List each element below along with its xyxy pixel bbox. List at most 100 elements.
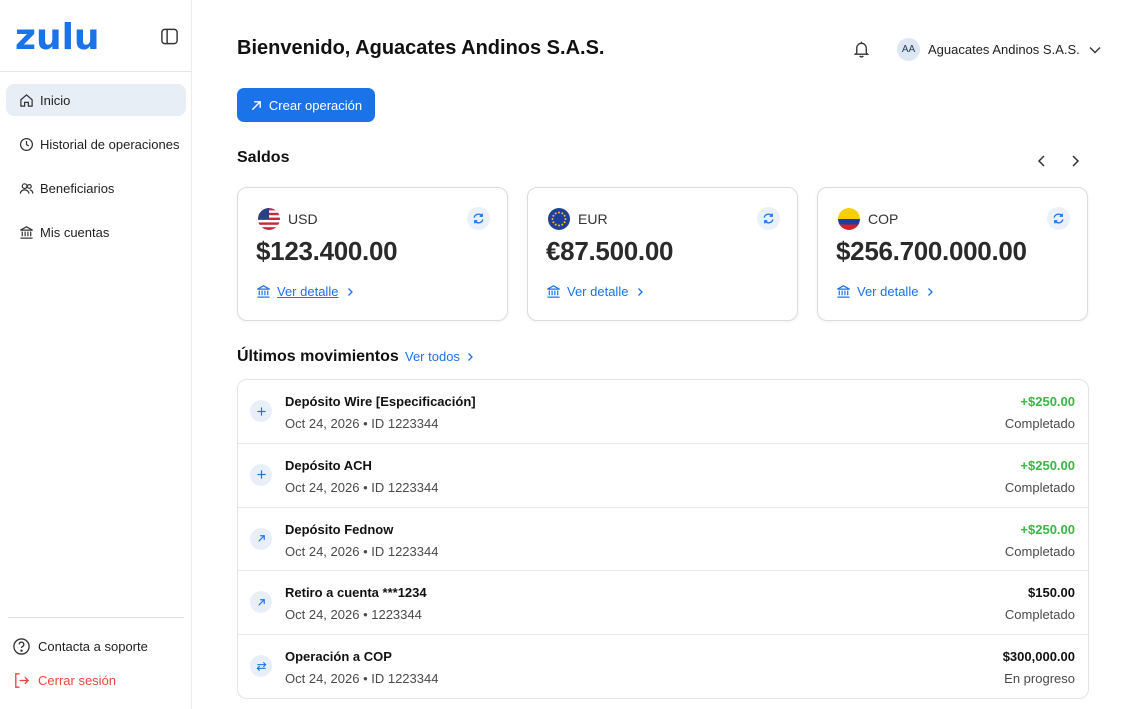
exchange-icon: [256, 661, 266, 671]
movement-title: Depósito Wire [Especificación]: [285, 394, 476, 409]
movement-icon: [250, 655, 272, 678]
movement-amount: +$250.00: [1020, 457, 1075, 473]
chevron-right-icon[interactable]: [1066, 152, 1084, 170]
refresh-icon: [1053, 213, 1064, 224]
view-detail-label: Ver detalle: [857, 284, 919, 299]
divider: [0, 71, 191, 72]
movement-id: ID 1223344: [371, 671, 439, 687]
logout-icon: [15, 673, 30, 688]
view-detail-link[interactable]: Ver detalle: [546, 284, 645, 299]
users-icon: [19, 182, 34, 194]
list-item[interactable]: Operación a COP Oct 24, 2026 • ID 122334…: [238, 635, 1088, 698]
sidebar-nav: Inicio Historial de operaciones Benefici…: [6, 84, 186, 260]
view-detail-link[interactable]: Ver detalle: [256, 284, 355, 299]
movement-title: Depósito Fednow: [285, 521, 394, 537]
refresh-button[interactable]: [467, 207, 490, 230]
logout-label: Cerrar sesión: [38, 673, 117, 688]
movement-status: En progreso: [1004, 671, 1075, 687]
bell-icon[interactable]: [852, 39, 871, 59]
sidebar-toggle-icon[interactable]: [160, 27, 179, 46]
movement-status: Completado: [1004, 543, 1075, 559]
movements-list: Depósito Wire [Especificación] Oct 24, 2…: [237, 379, 1089, 699]
sidebar: zulu Inicio Historial de operaciones Ben…: [0, 0, 192, 709]
sidebar-item-beneficiarios[interactable]: Beneficiarios: [6, 172, 186, 204]
balance-amount: $123.400.00: [256, 236, 398, 267]
movement-id: ID 1223344: [371, 479, 439, 495]
movement-date: Oct 24, 2026: [285, 607, 360, 623]
balance-card-cop: COP $256.700.000.00 Ver detalle: [817, 187, 1088, 321]
sidebar-item-label: Mis cuentas: [40, 224, 110, 240]
currency-code: EUR: [578, 211, 608, 227]
movement-amount: +$250.00: [1020, 521, 1075, 537]
see-all-label: Ver todos: [405, 349, 460, 364]
sidebar-item-label: Inicio: [40, 92, 71, 108]
movement-title: Operación a COP: [285, 649, 392, 665]
movement-meta: Oct 24, 2026 • ID 1223344: [285, 479, 439, 495]
view-detail-label: Ver detalle: [277, 284, 339, 299]
movement-meta: Oct 24, 2026 • 1223344: [285, 607, 422, 623]
list-item[interactable]: Depósito Wire [Especificación] Oct 24, 2…: [238, 380, 1088, 444]
movement-meta: Oct 24, 2026 • ID 1223344: [285, 671, 439, 687]
movement-id: ID 1223344: [371, 543, 439, 559]
plus-icon: [256, 406, 266, 416]
refresh-button[interactable]: [757, 207, 780, 230]
movement-amount: $150.00: [1028, 585, 1075, 601]
avatar: AA: [897, 38, 920, 61]
contact-support-link[interactable]: Contacta a soporte: [12, 637, 148, 656]
sidebar-item-inicio[interactable]: Inicio: [6, 84, 186, 116]
co-flag-icon: [838, 208, 860, 230]
movement-date: Oct 24, 2026: [285, 671, 360, 687]
refresh-icon: [473, 213, 484, 224]
sidebar-item-label: Historial de operaciones: [40, 136, 180, 152]
movement-id: 1223344: [371, 607, 422, 623]
user-menu[interactable]: AA Aguacates Andinos S.A.S.: [897, 38, 1102, 61]
movement-icon: [250, 400, 272, 422]
eu-flag-icon: [548, 208, 570, 230]
view-detail-label: Ver detalle: [567, 284, 629, 299]
movement-title: Retiro a cuenta ***1234: [285, 585, 427, 601]
movement-amount: $300,000.00: [1002, 649, 1075, 665]
movement-icon: [250, 527, 272, 550]
movement-amount: +$250.00: [1020, 394, 1075, 409]
movement-status: Completado: [1004, 607, 1075, 623]
movement-date: Oct 24, 2026: [285, 479, 360, 495]
refresh-icon: [763, 213, 774, 224]
logout-link[interactable]: Cerrar sesión: [12, 671, 116, 690]
list-item[interactable]: Depósito ACH Oct 24, 2026 • ID 1223344 +…: [238, 444, 1088, 508]
movement-date: Oct 24, 2026: [285, 416, 360, 431]
view-detail-link[interactable]: Ver detalle: [836, 284, 935, 299]
currency-symbol: €: [546, 236, 561, 266]
divider: [8, 617, 184, 618]
balance-amount: $256.700.000.00: [836, 236, 1027, 267]
home-icon: [20, 93, 33, 107]
currency-code: USD: [288, 211, 318, 227]
bank-icon: [257, 285, 270, 298]
movement-status: Completado: [1004, 479, 1075, 495]
bank-icon: [20, 225, 33, 239]
bank-icon: [837, 285, 850, 298]
zulu-logo[interactable]: zulu: [15, 18, 100, 58]
sidebar-item-historial[interactable]: Historial de operaciones: [6, 128, 186, 160]
page-title: Bienvenido, Aguacates Andinos S.A.S.: [237, 37, 605, 59]
amount-value: 87.500.00: [560, 236, 674, 266]
see-all-link[interactable]: Ver todos: [405, 349, 475, 364]
create-operation-button[interactable]: Crear operación: [237, 88, 375, 122]
movement-icon: [250, 591, 272, 614]
arrow-up-right-icon: [257, 535, 265, 542]
movement-title: Depósito ACH: [285, 457, 372, 473]
sidebar-item-label: Beneficiarios: [40, 180, 115, 196]
list-item[interactable]: Retiro a cuenta ***1234 Oct 24, 2026 • 1…: [238, 571, 1088, 636]
sidebar-item-mis-cuentas[interactable]: Mis cuentas: [6, 216, 186, 248]
balance-card-eur: EUR €87.500.00 Ver detalle: [527, 187, 798, 321]
refresh-button[interactable]: [1047, 207, 1070, 230]
clock-icon: [19, 137, 34, 151]
balances-title: Saldos: [237, 149, 290, 166]
list-item[interactable]: Depósito Fednow Oct 24, 2026 • ID 122334…: [238, 508, 1088, 572]
movement-meta: Oct 24, 2026 • ID 1223344: [285, 416, 439, 431]
user-name: Aguacates Andinos S.A.S.: [928, 42, 1080, 57]
bank-icon: [547, 285, 560, 298]
chevron-left-icon[interactable]: [1033, 152, 1051, 170]
movement-meta: Oct 24, 2026 • ID 1223344: [285, 543, 439, 559]
balance-amount: €87.500.00: [546, 236, 673, 267]
amount-value: 123.400.00: [270, 236, 398, 266]
